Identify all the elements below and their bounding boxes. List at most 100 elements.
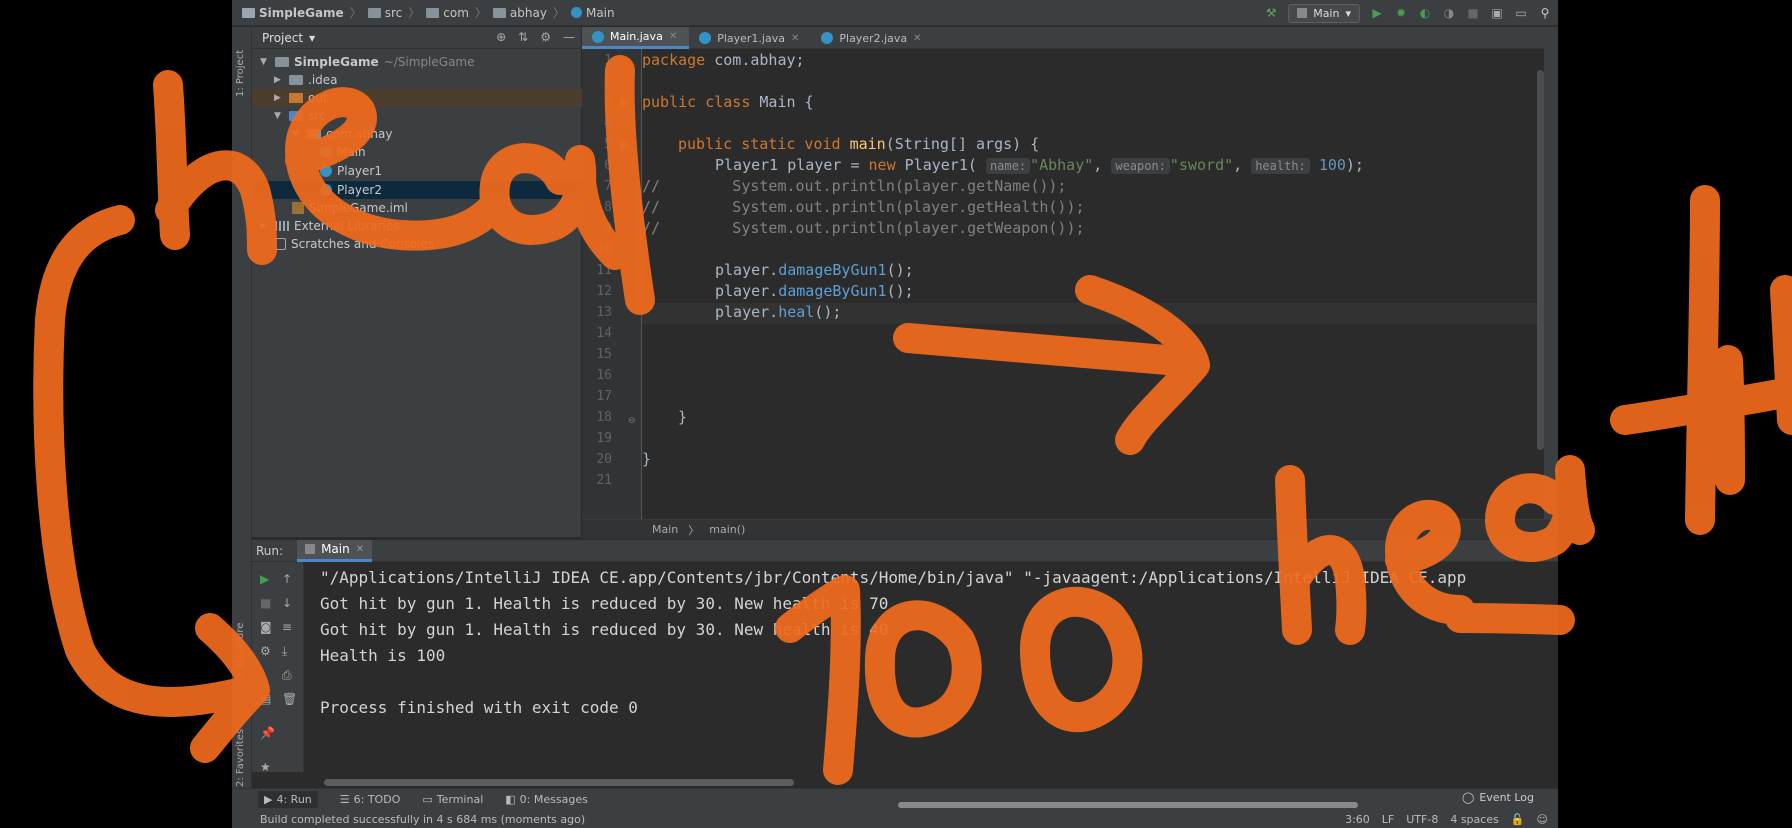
terminal-icon[interactable]: ▭ — [1514, 6, 1528, 20]
line-number: 17 — [596, 389, 612, 404]
tree-item-simplegame[interactable]: ▼ SimpleGame ~/SimpleGame — [260, 53, 475, 71]
line-number: 9 — [604, 221, 612, 236]
tool-window-messages[interactable]: ◧ 0: Messages — [505, 793, 588, 806]
favorites-tool-button[interactable]: 2: Favorites — [235, 729, 246, 787]
crumb-main[interactable]: Main — [570, 6, 615, 20]
crumb-abhay[interactable]: abhay — [492, 6, 547, 20]
scroll-up-icon[interactable]: ↑ — [282, 572, 292, 586]
line-number: 12 — [596, 284, 612, 299]
expand-arrow-icon[interactable]: ▼ — [292, 129, 302, 139]
tree-item-main[interactable]: Main — [320, 143, 366, 161]
camera-icon[interactable]: ◙ — [260, 620, 272, 634]
lock-icon[interactable]: 🔓 — [1511, 813, 1525, 826]
crumb-com[interactable]: com — [426, 6, 469, 20]
tool-window-todo[interactable]: ☰ 6: TODO — [340, 793, 401, 806]
tree-item-idea[interactable]: ▶ .idea — [274, 71, 338, 89]
tree-item-src[interactable]: ▼ src — [274, 107, 326, 125]
collapse-icon[interactable]: ⇅ — [518, 30, 528, 44]
tree-item-out[interactable]: ▶ out — [274, 89, 328, 107]
close-icon[interactable]: ✕ — [791, 33, 799, 44]
stop-icon[interactable]: ■ — [260, 596, 271, 610]
crumb-src[interactable]: src — [367, 6, 402, 20]
print-icon[interactable]: ⎙ — [282, 668, 292, 683]
crumb-project[interactable]: SimpleGame — [242, 6, 344, 20]
tab-player2-java[interactable]: Player2.java ✕ — [811, 27, 933, 49]
collapse-arrow-icon[interactable]: ▶ — [260, 221, 270, 231]
console-line: "/Applications/IntelliJ IDEA CE.app/Cont… — [320, 568, 1467, 587]
pin-icon[interactable]: 📌 — [260, 726, 275, 740]
param-hint: name: — [985, 158, 1031, 174]
code-editor[interactable]: package com.abhay; public class Main { p… — [642, 49, 1542, 523]
close-icon[interactable]: ✕ — [669, 31, 677, 42]
run-configuration-select[interactable]: Main ▾ — [1288, 3, 1360, 23]
breadcrumb-method[interactable]: main() — [709, 523, 745, 536]
iml-file-icon — [292, 202, 304, 214]
minimize-icon[interactable]: — — [563, 30, 575, 44]
tree-item-player2[interactable]: Player2 — [320, 181, 382, 199]
code-line-18: } — [678, 408, 688, 426]
run-gutter-icon[interactable] — [620, 139, 629, 151]
line-separator[interactable]: LF — [1382, 813, 1394, 826]
project-tool-button[interactable]: 1: Project — [235, 50, 246, 97]
rerun-icon[interactable]: ▶ — [260, 572, 269, 586]
profile-icon[interactable]: ◑ — [1442, 6, 1456, 20]
scroll-to-end-icon[interactable]: ⤓ — [282, 644, 287, 659]
collapse-arrow-icon[interactable]: ▶ — [274, 93, 284, 103]
run-gutter-icon[interactable] — [620, 97, 629, 109]
code-line-8: // System.out.println(player.getHealth()… — [642, 198, 1085, 216]
caret-position[interactable]: 3:60 — [1345, 813, 1370, 826]
stop-icon[interactable]: ■ — [1466, 6, 1480, 20]
event-log-icon: ◯ — [1462, 791, 1475, 804]
console-output[interactable]: "/Applications/IntelliJ IDEA CE.app/Cont… — [304, 562, 1558, 772]
star-icon[interactable]: ★ — [260, 760, 271, 774]
project-structure-icon[interactable]: ▣ — [1490, 6, 1504, 20]
build-hammer-icon[interactable]: ⚒ — [1264, 6, 1278, 20]
expand-arrow-icon[interactable]: ▼ — [260, 57, 270, 67]
layout-icon[interactable]: ▤ — [260, 692, 271, 706]
locate-icon[interactable]: ⊕ — [496, 30, 506, 44]
tool-window-run[interactable]: ▶ 4: Run — [258, 791, 318, 808]
coverage-icon[interactable]: ◐ — [1418, 6, 1432, 20]
structure-tool-button[interactable]: 7: Structure — [235, 623, 246, 682]
project-view-select[interactable]: Project — [262, 31, 303, 45]
event-log-button[interactable]: ◯ Event Log — [1462, 791, 1534, 804]
tab-player1-java[interactable]: Player1.java ✕ — [689, 27, 811, 49]
fold-icon[interactable]: ⊖ — [628, 416, 636, 426]
run-tab-main[interactable]: Main ✕ — [297, 539, 373, 562]
console-scrollbar[interactable] — [324, 779, 794, 786]
project-panel-tools: ⊕ ⇅ ⚙ — — [496, 30, 575, 44]
editor-scrollbar[interactable] — [1537, 70, 1544, 450]
tree-item-iml[interactable]: SimpleGame.iml — [292, 199, 408, 217]
collapse-arrow-icon[interactable]: ▶ — [274, 75, 284, 85]
debug-icon[interactable]: ✹ — [1394, 6, 1408, 20]
search-icon[interactable]: ⚲ — [1538, 6, 1552, 20]
chevron-down-icon[interactable]: ▾ — [309, 31, 315, 45]
gear-icon[interactable]: ⚙ — [540, 30, 551, 44]
library-icon — [275, 221, 289, 231]
close-icon[interactable]: ✕ — [913, 33, 921, 44]
tree-item-external-libraries[interactable]: ▶ External Libraries — [260, 217, 399, 235]
tree-item-player1[interactable]: Player1 — [320, 162, 382, 180]
crumb-separator: 〉 — [474, 6, 487, 20]
settings-icon[interactable]: ⚙ — [260, 644, 271, 658]
package-icon — [307, 129, 321, 139]
indent-setting[interactable]: 4 spaces — [1450, 813, 1499, 826]
source-folder-icon — [289, 111, 303, 121]
expand-arrow-icon[interactable]: ▼ — [274, 111, 284, 121]
soft-wrap-icon[interactable]: ≡ — [282, 620, 292, 634]
excluded-folder-icon — [289, 93, 303, 103]
run-icon[interactable]: ▶ — [1370, 6, 1384, 20]
tree-item-scratches[interactable]: Scratches and Consoles — [274, 235, 434, 253]
tab-main-java[interactable]: Main.java ✕ — [582, 27, 690, 49]
scroll-down-icon[interactable]: ↓ — [282, 596, 292, 610]
folder-icon — [492, 7, 506, 18]
class-icon — [592, 30, 604, 43]
close-icon[interactable]: ✕ — [356, 544, 364, 555]
inspector-icon[interactable]: ☺ — [1537, 813, 1548, 826]
breadcrumb-class[interactable]: Main — [652, 523, 678, 536]
folder-icon — [289, 75, 303, 85]
file-encoding[interactable]: UTF-8 — [1406, 813, 1438, 826]
trash-icon[interactable]: 🗑 — [282, 692, 297, 706]
tree-item-package[interactable]: ▼ com.abhay — [292, 125, 392, 143]
tool-window-terminal[interactable]: ▭ Terminal — [422, 793, 483, 806]
